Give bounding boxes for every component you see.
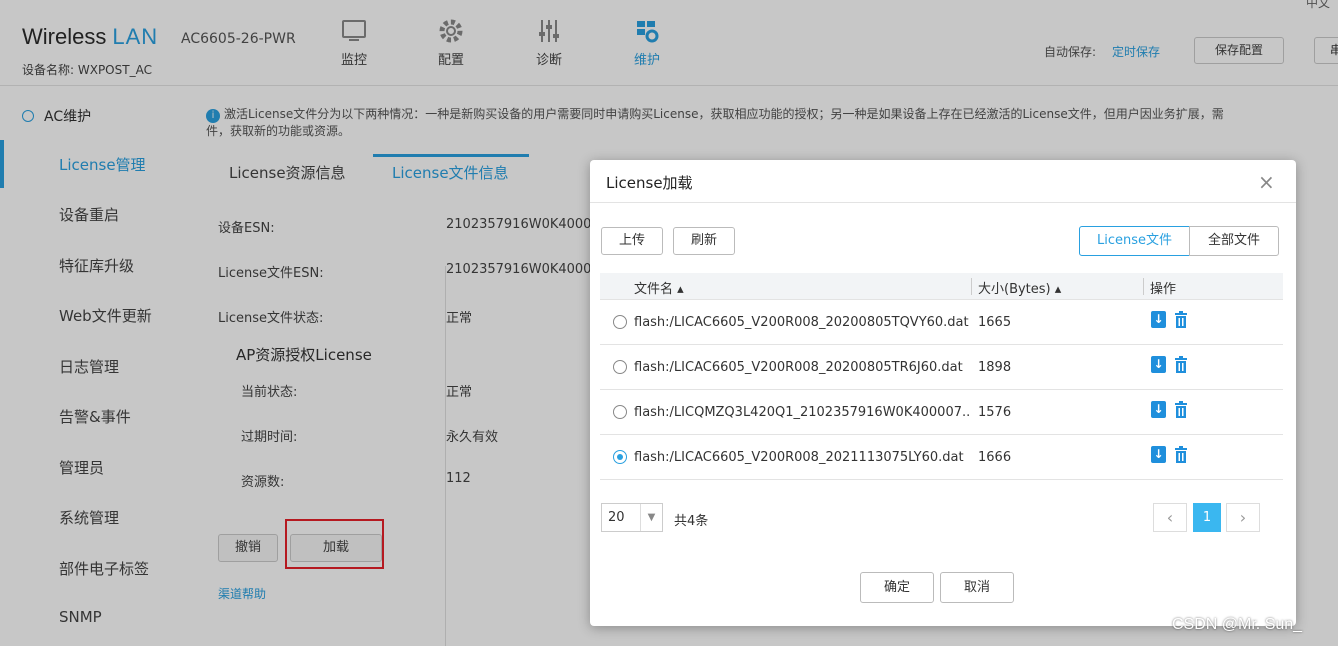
table-header: 文件名 ▴ 大小(Bytes) ▴ 操作: [600, 273, 1283, 300]
row-filename: flash:/LICQMZQ3L420Q1_2102357916W0K40000…: [634, 405, 969, 420]
refresh-button[interactable]: 刷新: [673, 227, 735, 255]
column-divider: [971, 278, 972, 295]
page-1-button[interactable]: 1: [1193, 503, 1221, 532]
dialog-separator: [590, 202, 1296, 203]
table-row[interactable]: flash:/LICAC6605_V200R008_2021113075LY60…: [600, 435, 1283, 480]
row-filename: flash:/LICAC6605_V200R008_20200805TQVY60…: [634, 315, 969, 330]
upload-button[interactable]: 上传: [601, 227, 663, 255]
dialog-title: License加载: [606, 174, 693, 192]
row-radio[interactable]: [613, 405, 627, 419]
download-icon[interactable]: ↓: [1151, 311, 1166, 328]
page-size-select[interactable]: 20 ▼: [601, 503, 663, 532]
row-filename: flash:/LICAC6605_V200R008_20200805TR6J60…: [634, 360, 963, 375]
page-size-value: 20: [608, 510, 625, 525]
watermark: CSDN @Mr. Sun_: [1172, 616, 1303, 633]
close-icon[interactable]: ×: [1258, 170, 1275, 194]
filter-all-files[interactable]: 全部文件: [1189, 226, 1279, 256]
filter-license-files[interactable]: License文件: [1079, 226, 1190, 256]
column-header-operation: 操作: [1150, 282, 1177, 297]
delete-icon[interactable]: [1174, 356, 1188, 373]
download-icon[interactable]: ↓: [1151, 356, 1166, 373]
cancel-button[interactable]: 取消: [940, 572, 1014, 603]
delete-icon[interactable]: [1174, 446, 1188, 463]
total-count: 共4条: [674, 514, 709, 529]
table-row[interactable]: flash:/LICAC6605_V200R008_20200805TR6J60…: [600, 345, 1283, 390]
delete-icon[interactable]: [1174, 401, 1188, 418]
download-icon[interactable]: ↓: [1151, 401, 1166, 418]
download-icon[interactable]: ↓: [1151, 446, 1166, 463]
column-divider: [1143, 278, 1144, 295]
row-filename: flash:/LICAC6605_V200R008_2021113075LY60…: [634, 450, 964, 465]
delete-icon[interactable]: [1174, 311, 1188, 328]
column-header-filename[interactable]: 文件名 ▴: [634, 278, 684, 297]
row-size: 1576: [978, 405, 1012, 420]
license-load-dialog: License加载 × 上传 刷新 License文件 全部文件 文件名 ▴ 大…: [590, 160, 1296, 626]
next-page-button[interactable]: ›: [1226, 503, 1260, 532]
chevron-down-icon: ▼: [640, 504, 662, 531]
table-row[interactable]: flash:/LICQMZQ3L420Q1_2102357916W0K40000…: [600, 390, 1283, 435]
row-size: 1665: [978, 315, 1012, 330]
row-radio[interactable]: [613, 360, 627, 374]
table-row[interactable]: flash:/LICAC6605_V200R008_20200805TQVY60…: [600, 300, 1283, 345]
confirm-button[interactable]: 确定: [860, 572, 934, 603]
row-size: 1666: [978, 450, 1012, 465]
prev-page-button[interactable]: ‹: [1153, 503, 1187, 532]
row-size: 1898: [978, 360, 1012, 375]
column-header-size[interactable]: 大小(Bytes) ▴: [978, 278, 1061, 297]
row-radio-selected[interactable]: [613, 450, 627, 464]
row-radio[interactable]: [613, 315, 627, 329]
